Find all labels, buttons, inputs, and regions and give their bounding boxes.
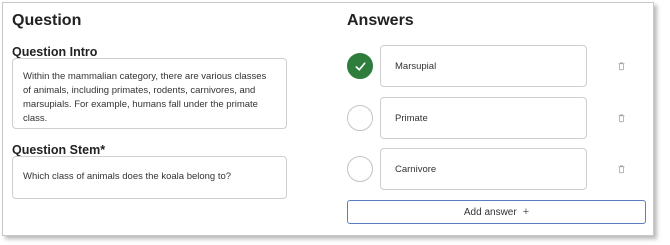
- answer-row: Primate: [347, 97, 647, 139]
- add-answer-button[interactable]: Add answer +: [347, 200, 646, 224]
- answer-row: Marsupial: [347, 45, 647, 87]
- delete-answer-button[interactable]: [615, 163, 627, 175]
- trash-icon: [618, 62, 624, 71]
- plus-icon: +: [522, 206, 530, 218]
- trash-icon: [618, 165, 624, 174]
- question-intro-field[interactable]: Within the mammalian category, there are…: [12, 58, 287, 129]
- question-editor-panel: Question Question Intro Within the mamma…: [2, 2, 654, 236]
- answer-text-field[interactable]: Primate: [380, 97, 587, 139]
- correct-answer-toggle[interactable]: [347, 105, 373, 131]
- answer-row: Carnivore: [347, 148, 647, 190]
- question-heading: Question: [12, 12, 82, 29]
- answer-text-field[interactable]: Marsupial: [380, 45, 587, 87]
- delete-answer-button[interactable]: [615, 60, 627, 72]
- answer-text-field[interactable]: Carnivore: [380, 148, 587, 190]
- question-stem-label: Question Stem*: [12, 143, 106, 157]
- check-icon: [354, 61, 366, 71]
- answers-heading: Answers: [347, 12, 414, 29]
- delete-answer-button[interactable]: [615, 112, 627, 124]
- correct-answer-toggle[interactable]: [347, 53, 373, 79]
- trash-icon: [618, 114, 624, 123]
- correct-answer-toggle[interactable]: [347, 156, 373, 182]
- question-stem-field[interactable]: Which class of animals does the koala be…: [12, 156, 287, 199]
- question-intro-label: Question Intro: [12, 45, 98, 59]
- add-answer-label: Add answer: [463, 206, 517, 218]
